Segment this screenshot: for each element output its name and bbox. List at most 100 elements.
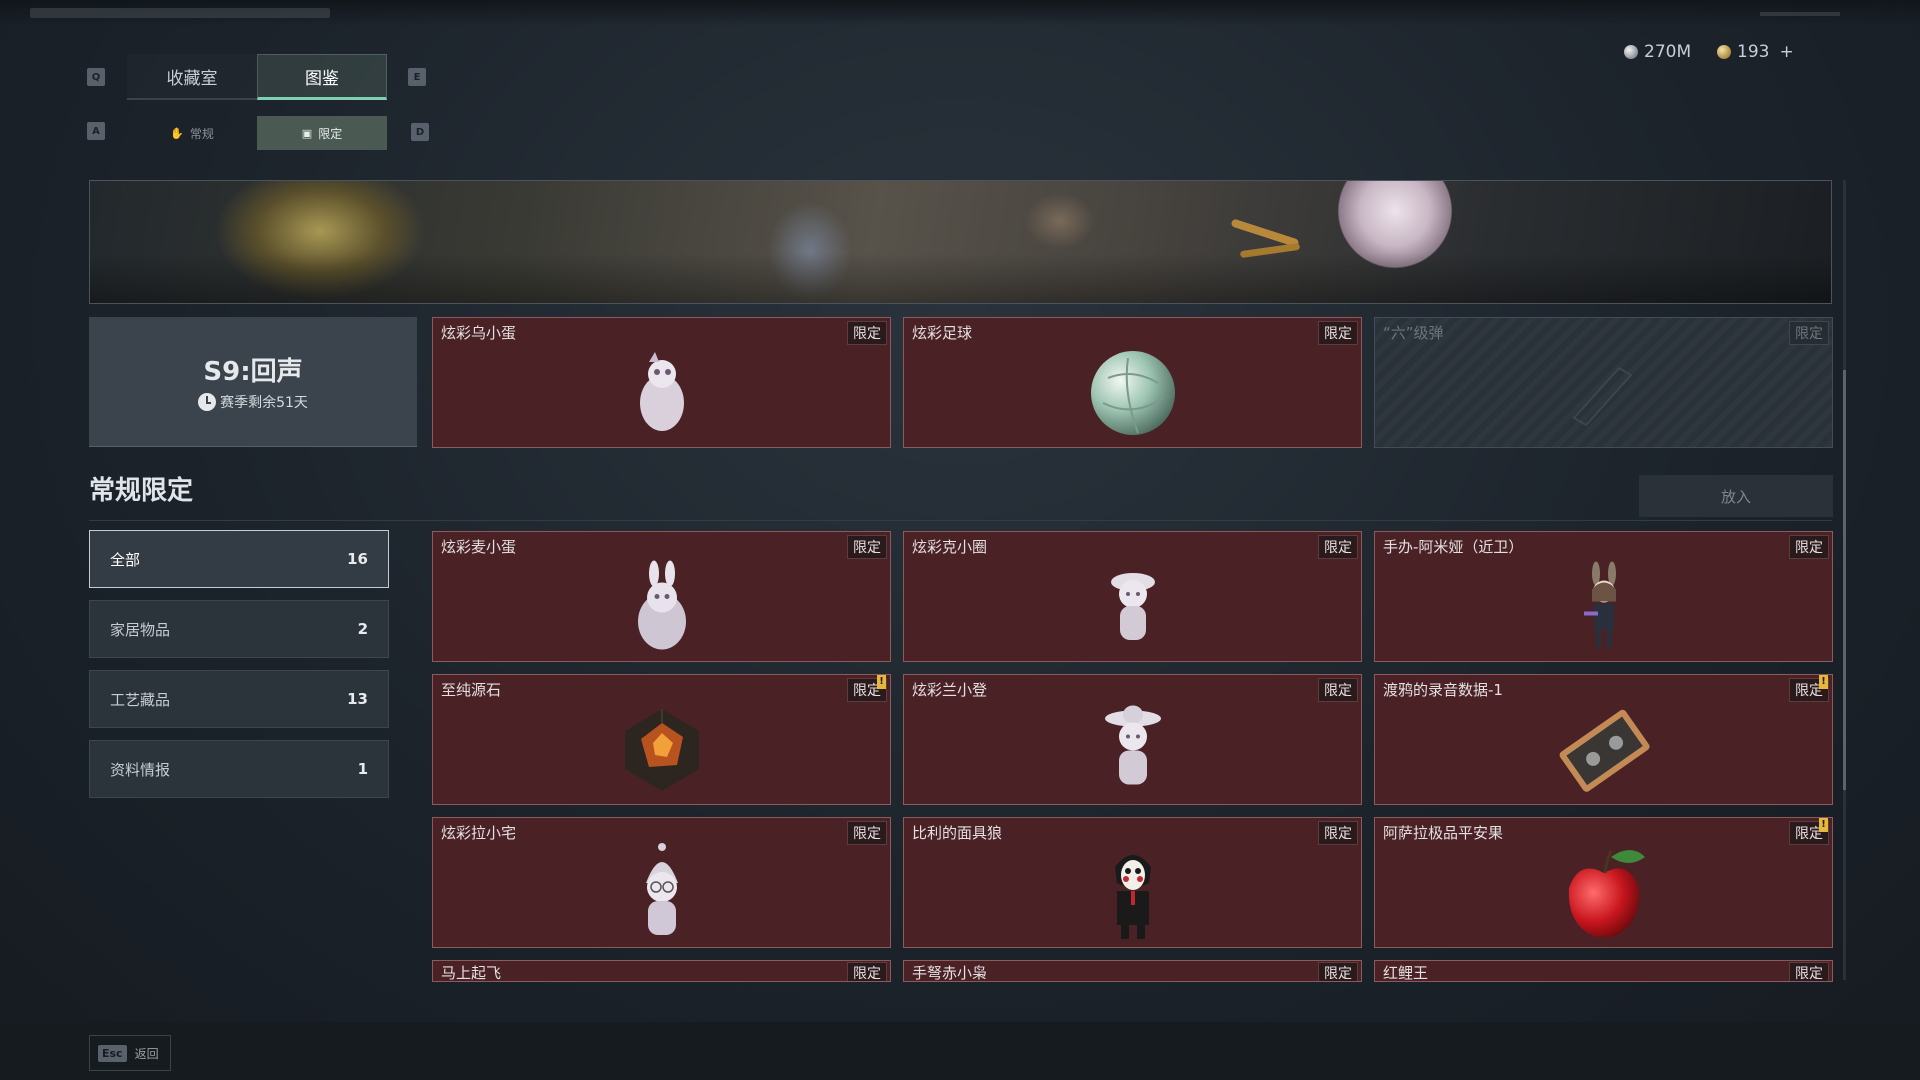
silver-amount: 270M [1644,42,1692,62]
category-label: 家居物品 [110,620,171,639]
apple-icon [1568,849,1645,938]
tab-collection-room[interactable]: 收藏室 [127,54,257,100]
new-alert-badge: ! [877,675,886,689]
item-name: 至纯源石 [441,681,502,699]
limited-tag: 限定 [1789,962,1829,981]
tab-label: 限定 [318,126,343,141]
category-all[interactable]: 全部 16 [89,530,389,588]
category-label: 全部 [110,550,141,569]
item-card[interactable]: 手弩赤小枭 限定 [903,960,1362,982]
item-name: 炫彩拉小宅 [441,824,517,842]
scrollbar[interactable] [1843,180,1846,980]
limited-tag: 限定 [1318,535,1358,559]
top-strip [0,0,1920,26]
section-divider [89,520,1832,521]
category-count: 2 [357,620,368,638]
item-name: 手弩赤小枭 [912,964,988,982]
item-name: 马上起飞 [441,964,502,982]
blurred-text [30,8,330,18]
category-household[interactable]: 家居物品 2 [89,600,389,658]
hat-figure-icon [1110,572,1155,640]
puppet-icon [1114,854,1151,939]
blurred-text [1760,12,1840,16]
egg-figure-icon [639,351,684,431]
category-crafts[interactable]: 工艺藏品 13 [89,670,389,728]
featured-card-locked[interactable]: “六”级弹 限定 [1374,317,1833,448]
season-remaining-text: 赛季剩余51天 [220,395,308,411]
back-button[interactable]: Esc 返回 [89,1035,171,1071]
category-intel[interactable]: 资料情报 1 [89,740,389,798]
season-title: S9:回声 [203,357,303,387]
add-currency-button[interactable]: + [1779,42,1793,62]
item-card[interactable]: 红鲤王 限定 [1374,960,1833,982]
limited-tag: 限定 [847,535,887,559]
limited-tag: 限定 [1318,821,1358,845]
hand-icon: ✋ [170,126,184,140]
collection-banner-image [89,180,1832,304]
tab-label: 收藏室 [166,68,218,89]
category-count: 16 [347,550,368,568]
item-card[interactable]: 手办-阿米娅（近卫） 限定 [1374,531,1833,662]
category-count: 1 [357,760,368,778]
item-card[interactable]: 阿萨拉极品平安果 限定 ! [1374,817,1833,948]
item-card[interactable]: 比利的面具狼 限定 [903,817,1362,948]
scrollbar-thumb[interactable] [1843,370,1846,790]
hood-figure-icon [645,842,678,935]
item-card[interactable]: 炫彩克小圈 限定 [903,531,1362,662]
season-remaining: 赛季剩余51天 [198,392,308,412]
limited-tag: 限定 [1318,962,1358,981]
limited-tag: 限定 [1318,678,1358,702]
item-name: 炫彩麦小蛋 [441,538,517,556]
new-alert-badge: ! [1819,675,1828,689]
tab-label: 图鉴 [305,68,339,89]
tab-label: 常规 [189,126,214,141]
key-hint-a: A [87,122,105,140]
bullet-icon [1571,366,1633,427]
key-hint-q: Q [87,68,105,86]
gold-amount: 193 [1737,42,1770,62]
crystal-icon [624,708,699,791]
item-name: 炫彩足球 [912,324,973,342]
sombrero-figure-icon [1104,705,1161,785]
gold-coin-icon [1717,45,1731,59]
esc-key-hint: Esc [98,1044,127,1062]
featured-card[interactable]: 炫彩乌小蛋 限定 [432,317,891,448]
limited-tag: 限定 [1789,535,1829,559]
put-in-button[interactable]: 放入 [1639,475,1833,517]
item-card[interactable]: 马上起飞 限定 [432,960,891,982]
limited-tag: 限定 [847,821,887,845]
item-card[interactable]: 炫彩兰小登 限定 [903,674,1362,805]
gold-currency: 193 + [1717,42,1794,62]
tab-limited[interactable]: ▣ 限定 [257,116,387,150]
picture-icon: ▣ [301,126,313,140]
silver-coin-icon [1624,45,1638,59]
cassette-icon [1559,709,1650,792]
item-card[interactable]: 至纯源石 限定 ! [432,674,891,805]
item-name: 手办-阿米娅（近卫） [1383,538,1524,556]
item-name: 炫彩克小圈 [912,538,988,556]
featured-card[interactable]: 炫彩足球 限定 [903,317,1362,448]
anime-figure-icon [1583,561,1616,648]
category-label: 资料情报 [110,760,171,779]
item-card[interactable]: 炫彩拉小宅 限定 [432,817,891,948]
floor-shadow [90,253,1831,303]
category-count: 13 [347,690,368,708]
limited-tag: 限定 [1789,321,1829,345]
silver-currency: 270M [1624,42,1691,62]
key-hint-e: E [408,68,426,86]
item-name: 比利的面具狼 [912,824,1003,842]
tab-regular[interactable]: ✋ 常规 [127,116,257,150]
clock-icon [198,393,217,411]
tab-codex[interactable]: 图鉴 [257,54,387,100]
key-hint-d: D [411,123,429,141]
limited-tag: 限定 [1318,321,1358,345]
item-name: “六”级弹 [1383,324,1444,342]
item-card[interactable]: 炫彩麦小蛋 限定 [432,531,891,662]
item-name: 红鲤王 [1383,964,1429,982]
football-icon [1090,350,1175,435]
item-name: 渡鸦的录音数据-1 [1383,681,1503,699]
season-panel: S9:回声 赛季剩余51天 [89,317,417,447]
category-label: 工艺藏品 [110,690,171,709]
item-card[interactable]: 渡鸦的录音数据-1 限定 ! [1374,674,1833,805]
limited-tag: 限定 [847,321,887,345]
